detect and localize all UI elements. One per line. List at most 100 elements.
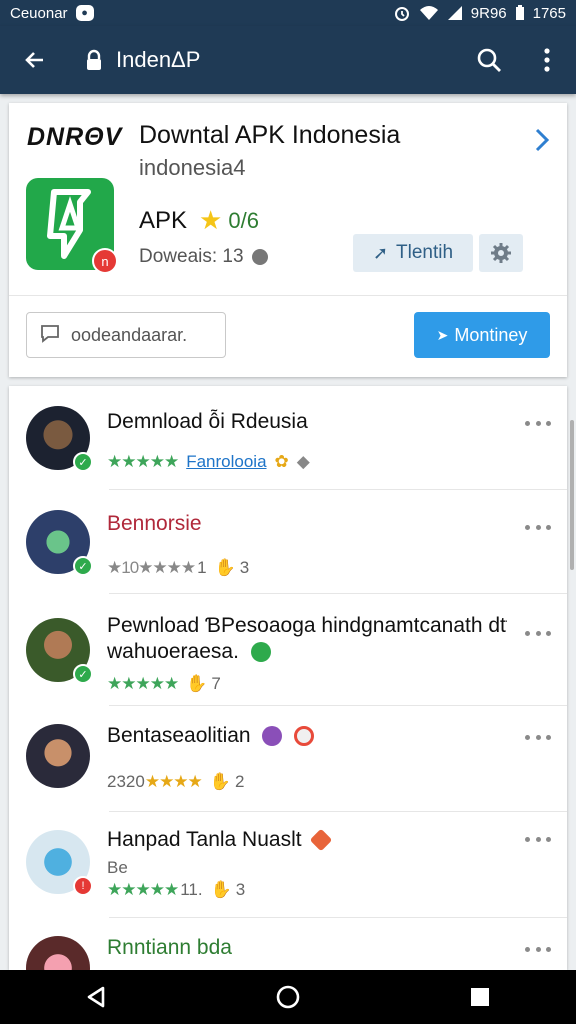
like-count: 2 [234, 772, 245, 791]
app-type-rating: APK ★ 0/6 [139, 205, 259, 236]
list-item[interactable]: ✓ Demnload ỗi Rdeusia ★★★★★ Fanrolooia ✿… [9, 386, 567, 490]
thumb-icon: ✋ [210, 880, 232, 899]
app-icon-badge: n [92, 248, 118, 274]
brand-logo-text: DNRΘV [27, 123, 123, 151]
verified-check-icon: ✓ [73, 556, 93, 576]
more-vert-icon[interactable] [518, 26, 576, 94]
lock-icon [80, 49, 108, 71]
action-button[interactable]: ➤ Montiney [414, 312, 550, 358]
item-meta: 2320 ★★★★ ✋ 2 [107, 772, 244, 792]
recents-square-icon[interactable] [440, 970, 520, 1024]
chevron-right-icon[interactable] [529, 125, 553, 155]
cell-signal-icon [447, 5, 463, 21]
app-bar-title: IndenΔP [116, 47, 201, 72]
downloads-count: Doweais: 13 [139, 246, 268, 268]
chrome-icon [294, 726, 315, 747]
settings-button[interactable] [479, 234, 523, 272]
item-title-row: Bentaseaolitian [107, 724, 315, 748]
verified-check-icon: ✓ [73, 664, 93, 684]
item-title: Hanpad Tanla Nuaslt [107, 828, 302, 851]
system-nav-bar [0, 970, 576, 1024]
rating-prefix: ★10 [107, 558, 139, 577]
wifi-icon [419, 5, 439, 21]
gear-icon [491, 243, 511, 263]
search-placeholder: oodeandaarar. [71, 324, 188, 345]
battery-icon [515, 5, 525, 21]
chat-outline-icon [39, 323, 61, 348]
alarm-icon [393, 4, 411, 22]
list-item[interactable]: ✓ Pewnload ƁPesoaoga hindgnamtcanath dtf… [9, 594, 567, 706]
avatar[interactable]: ✓ [26, 406, 93, 472]
action-button-label: Montiney [454, 324, 528, 345]
item-title-line2: wahuoeraesa. [107, 640, 271, 664]
item-subtitle: Be [107, 858, 128, 877]
list-item[interactable]: ✓ Bennorsie ★10 ★★★★ 1 ✋ 3 [9, 490, 567, 594]
back-triangle-icon[interactable] [56, 970, 136, 1024]
rating-stars: ★★★★★ [107, 880, 179, 899]
avatar[interactable]: ! [26, 830, 93, 896]
share-icon: ➚ [372, 242, 389, 263]
more-horiz-icon[interactable] [525, 832, 551, 846]
grape-icon [262, 726, 283, 747]
app-subtitle: indonesia4 [139, 155, 246, 180]
item-meta: ★★★★★ 11. ✋ 3 [107, 880, 245, 900]
maple-leaf-icon [310, 829, 333, 852]
list-item[interactable]: ! Hanpad Tanla Nuaslt Be ★★★★★ 11. ✋ 3 [9, 812, 567, 918]
downloads-label: Doweais: 13 [139, 246, 244, 267]
primary-action-button[interactable]: ➚ Tlentih [353, 234, 473, 272]
play-arrow-icon: ➤ [436, 326, 449, 343]
more-horiz-icon[interactable] [525, 626, 551, 640]
back-arrow-icon[interactable] [0, 26, 70, 94]
avatar[interactable]: ✓ [26, 618, 93, 684]
more-horiz-icon[interactable] [525, 416, 551, 430]
search-icon[interactable] [460, 26, 518, 94]
item-link[interactable]: Fanrolooia [186, 452, 266, 472]
item-meta: ★10 ★★★★ 1 ✋ 3 [107, 558, 249, 578]
app-title[interactable]: Downtal APK Indonesia [139, 121, 400, 150]
more-horiz-icon[interactable] [525, 520, 551, 534]
item-title: Rnntiann bda [107, 936, 232, 959]
signal-label: 9R96 [470, 4, 507, 22]
avatar[interactable] [26, 936, 90, 970]
search-input[interactable]: oodeandaarar. [26, 312, 226, 358]
rating-prefix: 2320 [107, 772, 145, 791]
item-meta: ★★★★★ Fanrolooia ✿ ◆ [107, 452, 310, 472]
item-title: Bennorsie [107, 512, 202, 535]
list-item[interactable]: Rnntiann bda [9, 918, 567, 970]
thumb-icon: ✋ [214, 558, 236, 577]
rating-tail: 1 [197, 558, 207, 577]
item-title: Demnload ỗi Rdeusia [107, 410, 308, 433]
rating-stars: ★★★★ [144, 772, 203, 791]
home-circle-icon[interactable] [248, 970, 328, 1024]
like-count: 3 [235, 880, 246, 899]
like-count: 3 [239, 558, 250, 577]
more-horiz-icon[interactable] [525, 942, 551, 956]
more-horiz-icon[interactable] [525, 730, 551, 744]
chat-bubble-icon: ● [75, 5, 94, 21]
like-count: 7 [211, 674, 221, 693]
primary-action-label: Tlentih [396, 242, 454, 263]
app-type-label: APK [139, 206, 188, 234]
verified-circle-icon [250, 642, 271, 663]
alert-badge-icon: ! [73, 876, 93, 896]
tag-icon: ◆ [296, 452, 310, 471]
scrollbar[interactable] [570, 420, 574, 570]
item-title: Pewnload ƁPesoaoga hindgnamtcanath dtf [107, 614, 507, 637]
verified-check-icon: ✓ [73, 452, 93, 472]
app-detail-card: DNRΘV Downtal APK Indonesia indonesia4 n… [9, 103, 567, 377]
rating-stars: ★★★★★ [107, 452, 179, 471]
rating-stars: ★★★★ [138, 558, 196, 577]
carrier-label: Ceuonar [10, 4, 68, 22]
thumb-icon: ✋ [186, 674, 208, 693]
avatar[interactable] [26, 724, 90, 788]
item-title: Bentaseaolitian [107, 724, 251, 747]
app-bar: IndenΔP [0, 26, 576, 94]
list-item[interactable]: Bentaseaolitian 2320 ★★★★ ✋ 2 [9, 706, 567, 812]
item-meta: ★★★★★ ✋ 7 [107, 674, 221, 694]
status-bar: Ceuonar ● 9R96 1765 [0, 0, 576, 26]
app-icon[interactable]: n [26, 178, 118, 274]
item-title-row: Hanpad Tanla Nuaslt [107, 828, 333, 852]
comment-list: ✓ Demnload ỗi Rdeusia ★★★★★ Fanrolooia ✿… [9, 386, 567, 970]
avatar[interactable]: ✓ [26, 510, 93, 576]
info-icon [251, 249, 268, 265]
